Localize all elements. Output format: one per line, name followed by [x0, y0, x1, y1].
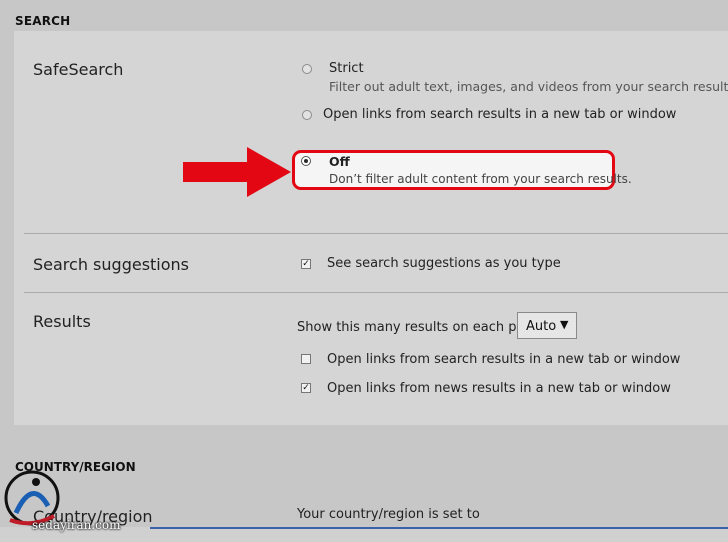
search-suggestions-checkbox-label[interactable]: See search suggestions as you type: [327, 256, 561, 271]
chevron-down-icon: ▼: [560, 318, 569, 331]
search-suggestions-checkbox[interactable]: ✓: [301, 259, 311, 269]
safesearch-strict-title[interactable]: Strict: [329, 61, 364, 76]
results-count-label: Show this many results on each page: [297, 320, 541, 335]
divider: [24, 292, 728, 293]
safesearch-off-title[interactable]: Off: [329, 154, 350, 169]
results-new-tab-label[interactable]: Open links from search results in a new …: [327, 352, 680, 367]
safesearch-strict-description: Filter out adult text, images, and video…: [329, 79, 728, 94]
news-new-tab-checkbox[interactable]: ✓: [301, 383, 311, 393]
safesearch-strict-radio[interactable]: [302, 64, 312, 74]
results-label: Results: [33, 312, 91, 331]
safesearch-off-description: Don’t filter adult content from your sea…: [329, 172, 632, 186]
red-arrow-icon: [183, 147, 291, 197]
safesearch-moderate-radio[interactable]: [302, 110, 312, 120]
results-new-tab-checkbox[interactable]: [301, 354, 311, 364]
search-suggestions-label: Search suggestions: [33, 255, 190, 274]
divider: [24, 233, 728, 234]
search-section-header: SEARCH: [15, 14, 71, 28]
safesearch-moderate-title[interactable]: Open links from search results in a new …: [323, 107, 676, 122]
safesearch-label: SafeSearch: [33, 60, 124, 79]
bottom-accent-line: [150, 527, 728, 529]
watermark-text: sedayiran.com: [32, 518, 121, 532]
country-region-value: Your country/region is set to: [297, 507, 480, 522]
results-count-value: Auto: [526, 319, 557, 334]
news-new-tab-label[interactable]: Open links from news results in a new ta…: [327, 381, 671, 396]
results-count-dropdown[interactable]: Auto ▼: [517, 312, 577, 339]
safesearch-off-radio[interactable]: [301, 156, 311, 166]
